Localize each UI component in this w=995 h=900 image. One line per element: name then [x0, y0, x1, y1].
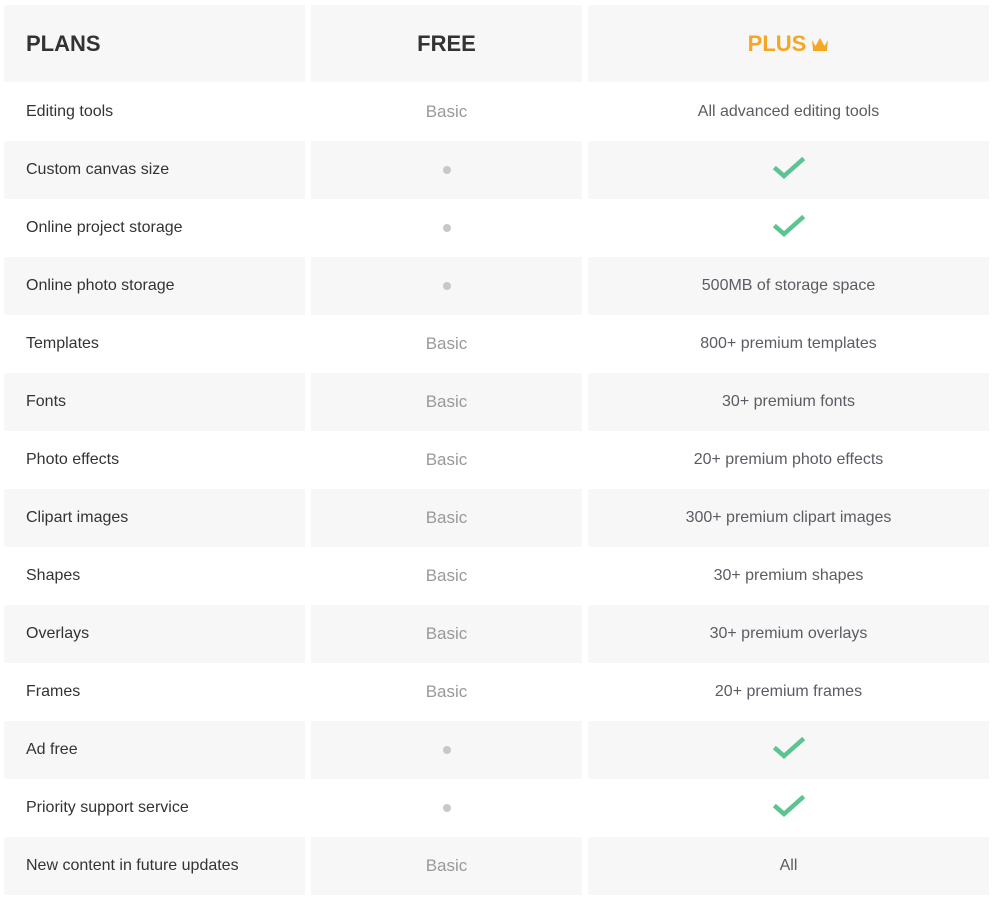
free-value: Basic [311, 373, 582, 431]
free-value [311, 257, 582, 315]
feature-name: Shapes [26, 567, 81, 584]
free-value [311, 721, 582, 779]
plus-value: 20+ premium frames [714, 683, 863, 700]
header-plus: PLUS [588, 5, 989, 82]
table-row: Ad free [0, 721, 995, 779]
free-value: Basic [311, 489, 582, 547]
table-row: Priority support service [0, 779, 995, 837]
header-free: FREE [311, 5, 582, 82]
feature-name: Frames [26, 683, 81, 700]
table-row: Online project storage [0, 199, 995, 257]
plus-value: 20+ premium photo effects [693, 451, 884, 468]
feature-name: Priority support service [26, 799, 189, 816]
plus-value: 30+ premium fonts [588, 373, 989, 431]
feature-name: Custom canvas size [4, 141, 305, 199]
feature-name: Photo effects [26, 451, 120, 468]
free-value: Basic [425, 102, 468, 121]
plus-value: All [588, 837, 989, 895]
free-value [311, 199, 582, 257]
check-icon [772, 214, 805, 243]
table-row: Templates Basic 800+ premium templates [0, 315, 995, 373]
free-value: Basic [311, 605, 582, 663]
dot-icon [442, 804, 451, 812]
dot-icon [442, 746, 451, 754]
table-row: Shapes Basic 30+ premium shapes [0, 547, 995, 605]
free-value [311, 779, 582, 837]
free-value: Basic [425, 334, 468, 353]
free-value: Basic [425, 682, 468, 701]
plus-value: 500MB of storage space [588, 257, 989, 315]
dot-icon [442, 166, 451, 174]
check-icon [772, 156, 805, 185]
plus-value [588, 721, 989, 779]
plus-value [588, 779, 989, 837]
feature-name: Clipart images [4, 489, 305, 547]
table-row: New content in future updates Basic All [0, 837, 995, 895]
dot-icon [442, 224, 451, 232]
check-icon [772, 736, 805, 765]
feature-name: Fonts [4, 373, 305, 431]
dot-icon [442, 282, 451, 290]
check-icon [772, 794, 805, 823]
table-row: Photo effects Basic 20+ premium photo effe… [0, 431, 995, 489]
header-plans: PLANS [4, 5, 305, 82]
table-row: Clipart images Basic 300+ premium clipart … [0, 489, 995, 547]
plus-value [588, 199, 989, 257]
plus-value: 800+ premium templates [700, 335, 877, 352]
free-value [311, 141, 582, 199]
plus-value: All advanced editing tools [697, 103, 880, 120]
feature-name: Editing tools [26, 103, 114, 120]
feature-name: Online photo storage [4, 257, 305, 315]
free-value: Basic [311, 837, 582, 895]
free-value: Basic [425, 566, 468, 585]
feature-name: Online project storage [26, 219, 183, 236]
feature-name: Ad free [4, 721, 305, 779]
table-row: Fonts Basic 30+ premium fonts [0, 373, 995, 431]
table-row: Overlays Basic 30+ premium overlays [0, 605, 995, 663]
header-plus-label: PLUS [747, 30, 807, 56]
plus-value [588, 141, 989, 199]
plus-value: 30+ premium overlays [588, 605, 989, 663]
table-row: Custom canvas size [0, 141, 995, 199]
table-row: Editing tools Basic All advanced editing t… [0, 83, 995, 141]
feature-name: Overlays [4, 605, 305, 663]
feature-name: Templates [26, 335, 99, 352]
crown-icon [811, 31, 829, 57]
plus-value: 300+ premium clipart images [588, 489, 989, 547]
table-header-row: PLANS FREE PLUS [0, 5, 995, 82]
table-row: Frames Basic 20+ premium frames [0, 663, 995, 721]
feature-name: New content in future updates [4, 837, 305, 895]
table-row: Online photo storage 500MB of storage spa… [0, 257, 995, 315]
plus-value: 30+ premium shapes [713, 567, 864, 584]
free-value: Basic [425, 450, 468, 469]
